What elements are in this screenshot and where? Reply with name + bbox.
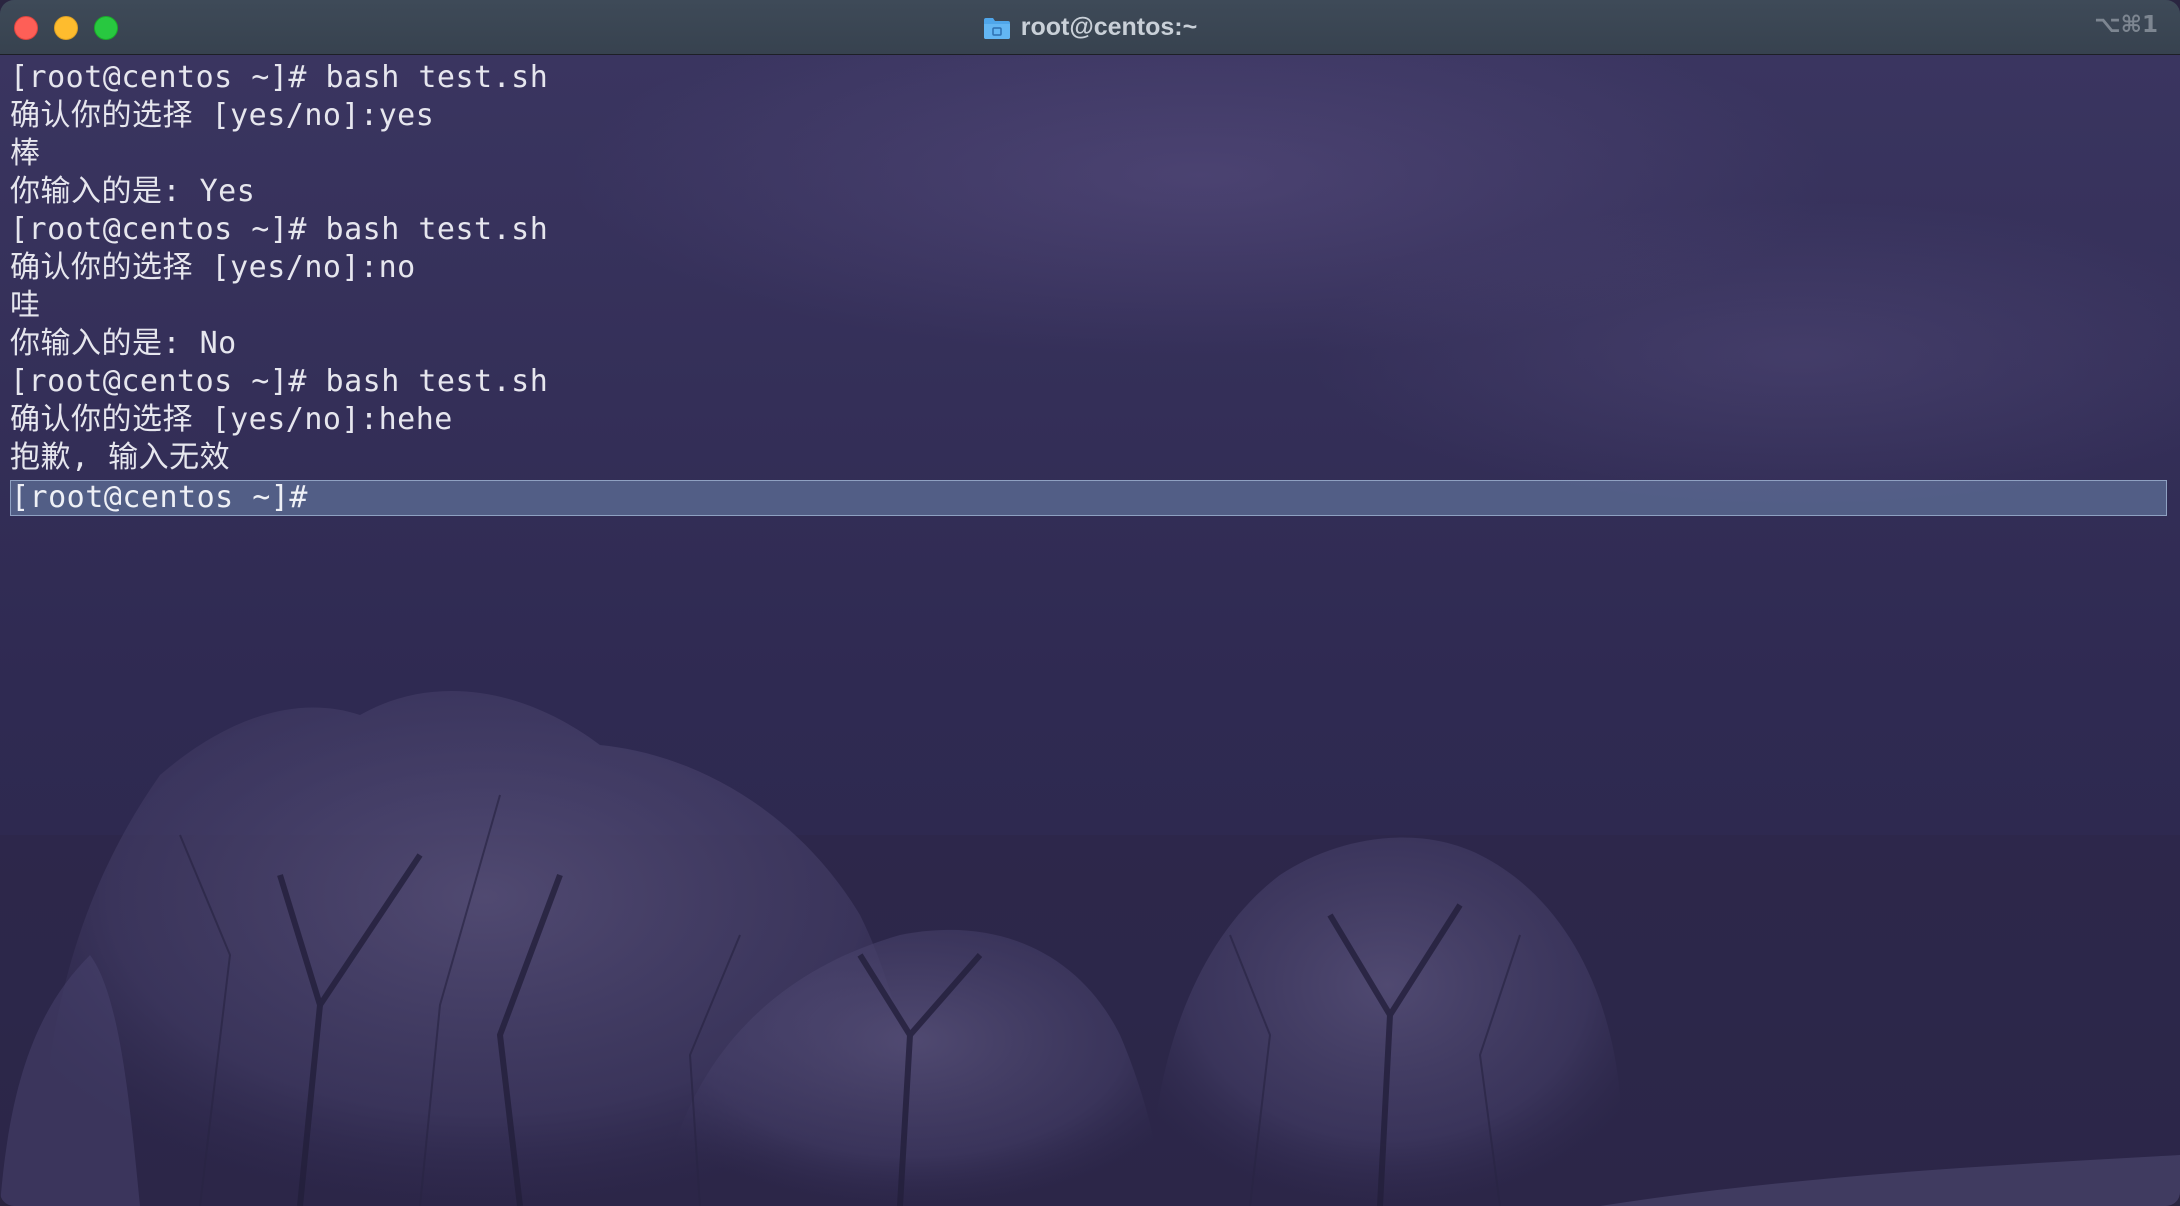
title-bar[interactable]: root@centos:~ ⌥⌘1: [0, 0, 2180, 55]
window-title: root@centos:~: [1020, 13, 1198, 41]
terminal-content[interactable]: [root@centos ~]# bash test.sh 确认你的选择 [ye…: [0, 55, 2180, 1206]
terminal-output: [root@centos ~]# bash test.sh 确认你的选择 [ye…: [10, 59, 2170, 477]
terminal-line: 你输入的是: Yes: [10, 174, 256, 209]
terminal-line: 哇: [10, 288, 41, 323]
terminal-line: 确认你的选择 [yes/no]:hehe: [10, 402, 453, 437]
minimize-button[interactable]: [54, 16, 78, 40]
terminal-line: [root@centos ~]# bash test.sh: [10, 212, 549, 247]
terminal-line: 你输入的是: No: [10, 326, 237, 361]
terminal-line: 棒: [10, 136, 41, 171]
current-command-line[interactable]: [root@centos ~]#: [10, 480, 2167, 516]
terminal-line: [root@centos ~]# bash test.sh: [10, 60, 549, 95]
terminal-line: [root@centos ~]# bash test.sh: [10, 364, 549, 399]
maximize-button[interactable]: [94, 16, 118, 40]
folder-icon: [983, 16, 1011, 40]
terminal-line: 确认你的选择 [yes/no]:no: [10, 250, 416, 285]
terminal-line: 抱歉, 输入无效: [10, 440, 231, 475]
terminal-window: root@centos:~ ⌥⌘1 [root@centos ~]# bash …: [0, 0, 2180, 1206]
terminal-line: 确认你的选择 [yes/no]:yes: [10, 98, 435, 133]
shell-prompt: [root@centos ~]#: [11, 480, 308, 515]
window-shortcut-label: ⌥⌘1: [2094, 12, 2158, 38]
close-button[interactable]: [14, 16, 38, 40]
